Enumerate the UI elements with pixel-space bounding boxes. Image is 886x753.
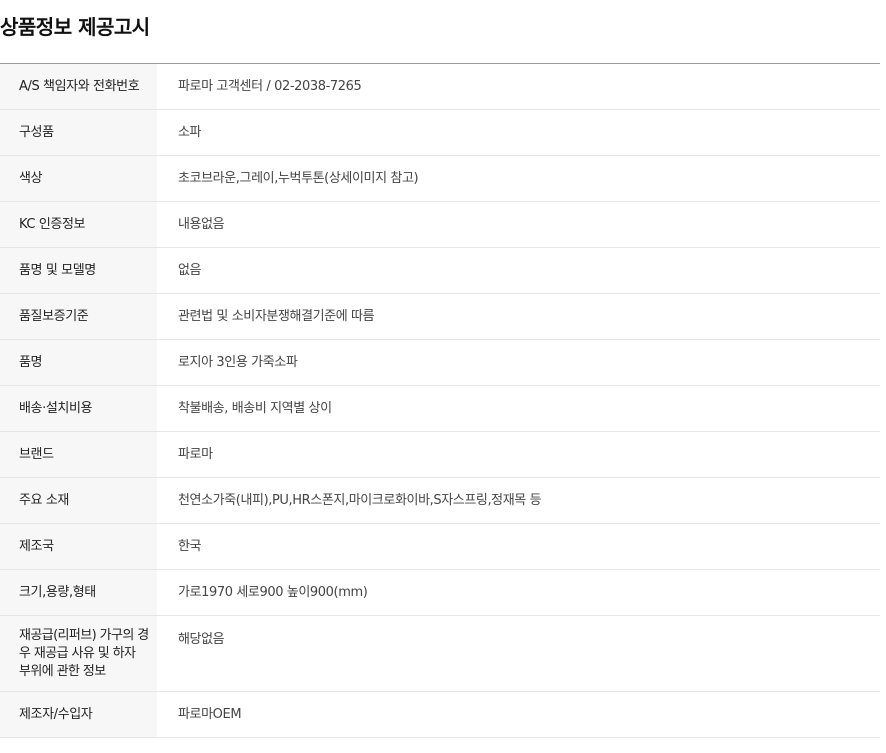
table-row: 구성품 소파 xyxy=(0,109,880,156)
row-value-manufacturer: 파로마OEM xyxy=(178,707,242,722)
row-label-quality-standard: 품질보증기준 xyxy=(0,293,157,340)
product-info-table: A/S 책임자와 전화번호 파로마 고객센터 / 02-2038-7265 구성… xyxy=(0,63,880,738)
row-label-dimensions: 크기,용량,형태 xyxy=(0,569,157,616)
row-value-color: 초코브라운,그레이,누벅투톤(상세이미지 참고) xyxy=(178,171,419,186)
row-label-product-model: 품명 및 모델명 xyxy=(0,247,157,294)
table-row: KC 인증정보 내용없음 xyxy=(0,201,880,248)
row-label-kc-certification: KC 인증정보 xyxy=(0,201,157,248)
row-value-components: 소파 xyxy=(178,125,202,140)
table-row: 재공급(리퍼브) 가구의 경우 재공급 사유 및 하자 부위에 관한 정보 해당… xyxy=(0,615,880,692)
table-row: 주요 소재 천연소가죽(내피),PU,HR스폰지,마이크로화이바,S자스프링,정… xyxy=(0,477,880,524)
row-label-manufacturer: 제조자/수입자 xyxy=(0,691,157,738)
row-value-quality-standard: 관련법 및 소비자분쟁해결기준에 따름 xyxy=(178,309,375,324)
table-row: 색상 초코브라운,그레이,누벅투톤(상세이미지 참고) xyxy=(0,155,880,202)
table-row: 제조자/수입자 파로마OEM xyxy=(0,691,880,738)
row-value-as-contact: 파로마 고객센터 / 02-2038-7265 xyxy=(178,79,362,94)
row-label-shipping-cost: 배송·설치비용 xyxy=(0,385,157,432)
row-value-product-name: 로지아 3인용 가죽소파 xyxy=(178,355,298,370)
row-value-country: 한국 xyxy=(178,539,202,554)
table-row: 제조국 한국 xyxy=(0,523,880,570)
table-row: 품명 및 모델명 없음 xyxy=(0,247,880,294)
row-value-brand: 파로마 xyxy=(178,447,213,462)
table-row: A/S 책임자와 전화번호 파로마 고객센터 / 02-2038-7265 xyxy=(0,63,880,110)
row-value-kc-certification: 내용없음 xyxy=(178,217,225,232)
table-row: 품명 로지아 3인용 가죽소파 xyxy=(0,339,880,386)
row-value-refurb-info: 해당없음 xyxy=(178,632,225,647)
row-label-country: 제조국 xyxy=(0,523,157,570)
table-row: 품질보증기준 관련법 및 소비자분쟁해결기준에 따름 xyxy=(0,293,880,340)
row-value-shipping-cost: 착불배송, 배송비 지역별 상이 xyxy=(178,401,332,416)
row-label-brand: 브랜드 xyxy=(0,431,157,478)
table-row: 배송·설치비용 착불배송, 배송비 지역별 상이 xyxy=(0,385,880,432)
row-value-product-model: 없음 xyxy=(178,263,202,278)
row-label-components: 구성품 xyxy=(0,109,157,156)
page-title: 상품정보 제공고시 xyxy=(0,15,150,39)
row-label-as-contact: A/S 책임자와 전화번호 xyxy=(0,63,157,110)
table-row: 크기,용량,형태 가로1970 세로900 높이900(mm) xyxy=(0,569,880,616)
row-label-refurb-info: 재공급(리퍼브) 가구의 경우 재공급 사유 및 하자 부위에 관한 정보 xyxy=(0,615,157,692)
row-label-product-name: 품명 xyxy=(0,339,157,386)
row-value-materials: 천연소가죽(내피),PU,HR스폰지,마이크로화이바,S자스프링,정재목 등 xyxy=(178,493,542,508)
row-label-color: 색상 xyxy=(0,155,157,202)
row-value-dimensions: 가로1970 세로900 높이900(mm) xyxy=(178,585,368,600)
row-label-materials: 주요 소재 xyxy=(0,477,157,524)
table-row: 브랜드 파로마 xyxy=(0,431,880,478)
